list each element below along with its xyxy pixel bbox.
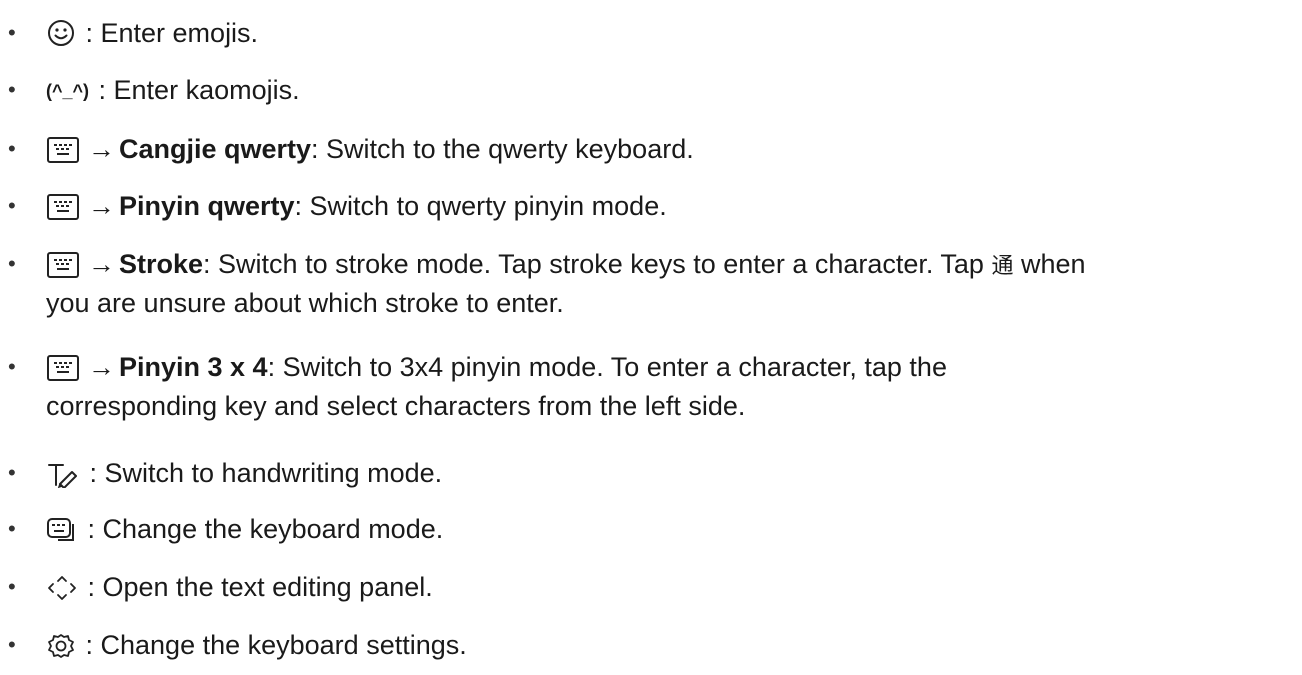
bullet: • xyxy=(8,354,16,379)
keyboard-icon xyxy=(46,354,80,382)
list-item-content: → Stroke: Switch to stroke mode. Tap stro… xyxy=(46,245,1294,318)
list-item-content: : Open the text editing panel. xyxy=(46,568,1294,606)
kaomoji-icon: (^_^) xyxy=(46,81,90,101)
document-page: • : Enter emojis. • (^_^) : Enter kaomoj… xyxy=(0,0,1302,675)
list-item-content: : Enter emojis. xyxy=(46,14,1294,52)
bullet: • xyxy=(8,193,16,218)
list-item-content: : Change the keyboard settings. xyxy=(46,626,1294,664)
bullet: • xyxy=(8,136,16,161)
list-item-content: : Switch to handwriting mode. xyxy=(46,454,1294,492)
option-name: Stroke xyxy=(119,249,204,279)
bullet: • xyxy=(8,77,16,102)
list-item-content: → Pinyin 3 x 4: Switch to 3x4 pinyin mode… xyxy=(46,348,1294,421)
item-text: : Open the text editing panel. xyxy=(80,572,433,602)
list-item-content: → Pinyin qwerty: Switch to qwerty pinyin … xyxy=(46,187,1294,225)
option-name: Cangjie qwerty xyxy=(119,134,312,164)
item-text: : Switch to handwriting mode. xyxy=(82,458,443,488)
arrow: → xyxy=(88,249,115,279)
item-text: : Switch to the qwerty keyboard. xyxy=(311,134,694,164)
item-text: : Switch to qwerty pinyin mode. xyxy=(294,191,667,221)
keyboard-mode-icon xyxy=(46,516,78,544)
bullet: • xyxy=(8,574,16,599)
bullet: • xyxy=(8,632,16,657)
arrow: → xyxy=(88,352,115,382)
keyboard-icon xyxy=(46,136,80,164)
item-text: : Change the keyboard mode. xyxy=(80,514,444,544)
bullet: • xyxy=(8,20,16,45)
bullet: • xyxy=(8,516,16,541)
keyboard-icon xyxy=(46,251,80,279)
list-item-content: : Change the keyboard mode. xyxy=(46,510,1294,548)
option-name: Pinyin 3 x 4 xyxy=(119,352,268,382)
arrow: → xyxy=(88,191,115,221)
item-text: : Change the keyboard settings. xyxy=(78,630,467,660)
handwriting-icon xyxy=(46,460,80,488)
item-text-after: when xyxy=(1013,249,1086,279)
item-text-continuation: corresponding key and select characters … xyxy=(46,391,746,421)
list-item-content: → Cangjie qwerty: Switch to the qwerty ke… xyxy=(46,130,1294,168)
item-text: : Enter emojis. xyxy=(78,18,259,48)
text-editing-icon xyxy=(46,574,78,602)
wildcard-stroke-key: 通 xyxy=(991,254,1014,279)
item-text: : Switch to 3x4 pinyin mode. To enter a … xyxy=(267,352,947,382)
bullet: • xyxy=(8,251,16,276)
option-name: Pinyin qwerty xyxy=(119,191,295,221)
bullet: • xyxy=(8,460,16,485)
emoji-icon xyxy=(46,18,76,48)
settings-gear-icon xyxy=(46,632,76,660)
arrow: → xyxy=(88,134,115,164)
keyboard-icon xyxy=(46,193,80,221)
item-text: : Enter kaomojis. xyxy=(91,75,300,105)
item-text-continuation: you are unsure about which stroke to ent… xyxy=(46,288,564,318)
list-item-content: (^_^) : Enter kaomojis. xyxy=(46,71,1294,110)
item-text: : Switch to stroke mode. Tap stroke keys… xyxy=(203,249,992,279)
